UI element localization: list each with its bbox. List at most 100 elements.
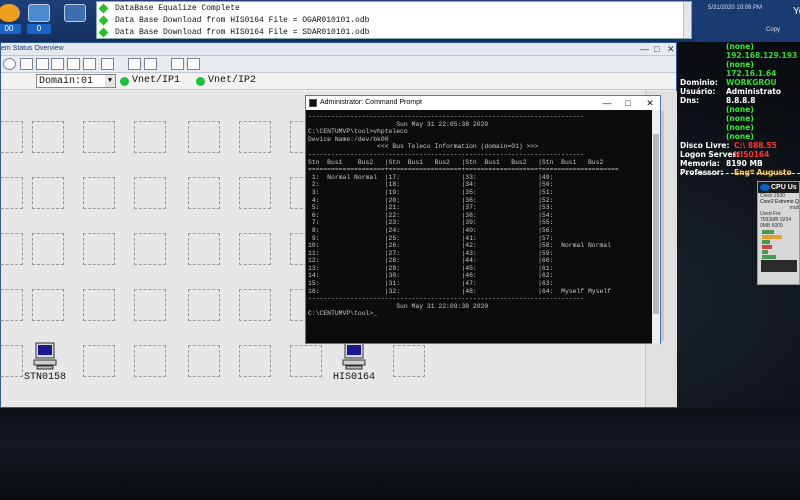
empty-station-slot[interactable] xyxy=(239,233,271,265)
domain-select[interactable]: Domain:01 ▼ xyxy=(36,74,116,88)
cmd-line: 2: |18: |34: |50: xyxy=(308,181,554,189)
tile-view-icon[interactable] xyxy=(67,58,80,70)
clock: 5/31/2020 10:09 PM xyxy=(708,5,763,11)
info-row: (none) xyxy=(680,105,800,114)
message-row[interactable]: Data Base Download from HIS0164 File = O… xyxy=(97,14,691,26)
copy-button[interactable]: Copy xyxy=(766,27,780,33)
empty-station-slot[interactable] xyxy=(188,345,220,377)
info-row: Dns: 8.8.8.8 xyxy=(680,96,800,105)
empty-station-slot[interactable] xyxy=(0,121,23,153)
empty-station-slot[interactable] xyxy=(32,121,64,153)
cmd-output[interactable]: ----------------------------------------… xyxy=(306,110,654,344)
message-panel: DataBase Equalize Complete Data Base Dow… xyxy=(96,1,692,39)
empty-station-slot[interactable] xyxy=(32,233,64,265)
chevron-down-icon[interactable]: ▼ xyxy=(105,75,115,87)
empty-station-slot[interactable] xyxy=(83,289,115,321)
empty-station-slot[interactable] xyxy=(134,177,166,209)
network-icon[interactable] xyxy=(171,58,184,70)
empty-station-slot[interactable] xyxy=(0,233,23,265)
station-stn0158[interactable]: STN0158 xyxy=(24,341,66,383)
empty-station-slot[interactable] xyxy=(83,233,115,265)
cmd-line: 6: |22: |38: |54: xyxy=(308,211,554,219)
export-icon[interactable] xyxy=(101,58,114,70)
empty-station-slot[interactable] xyxy=(134,121,166,153)
cmd-line: ----------------------------------------… xyxy=(308,150,585,158)
status-diamond-icon xyxy=(98,3,109,13)
cmd-line: 5: |21: |37: |53: xyxy=(308,204,554,212)
empty-station-slot[interactable] xyxy=(134,233,166,265)
info-key xyxy=(680,60,726,69)
play-icon[interactable] xyxy=(128,58,141,70)
system-tray: 5/31/2020 10:09 PM Copy Yo xyxy=(694,0,800,42)
cmd-line: 4: |20: |36: |52: xyxy=(308,196,554,204)
detail-view-icon[interactable] xyxy=(51,58,64,70)
list-view-icon[interactable] xyxy=(36,58,49,70)
computer-icon xyxy=(342,341,366,371)
vnet-ip1-status[interactable]: Vnet/IP1 xyxy=(120,74,180,88)
empty-station-slot[interactable] xyxy=(188,121,220,153)
info-row: Disco Livre: C:\ 888.55 xyxy=(680,141,800,150)
cpu-widget-header: CPU Us xyxy=(758,182,799,193)
minimize-icon[interactable]: — xyxy=(598,96,616,110)
empty-station-slot[interactable] xyxy=(83,177,115,209)
info-key xyxy=(680,51,726,60)
empty-station-slot[interactable] xyxy=(239,177,271,209)
cmd-titlebar[interactable]: Administrator: Command Prompt — □ ✕ xyxy=(306,96,660,110)
message-button[interactable]: 0 xyxy=(24,4,54,38)
info-value: 8.8.8.8 xyxy=(726,96,756,105)
info-value: (none) xyxy=(726,123,754,132)
empty-station-slot[interactable] xyxy=(239,345,271,377)
operation-button[interactable] xyxy=(60,4,90,38)
message-row[interactable]: Data Base Download from HIS0164 File = S… xyxy=(97,26,691,38)
info-key xyxy=(680,132,726,141)
refresh-icon[interactable] xyxy=(3,58,16,70)
empty-station-slot[interactable] xyxy=(134,345,166,377)
empty-station-slot[interactable] xyxy=(32,177,64,209)
alarm-button[interactable]: 00 xyxy=(0,4,24,38)
scrollbar-thumb[interactable] xyxy=(653,134,659,314)
info-value: (none) xyxy=(726,114,754,123)
empty-station-slot[interactable] xyxy=(0,177,23,209)
status-ok-icon xyxy=(196,76,205,86)
close-icon[interactable]: ✕ xyxy=(667,44,675,54)
station-his0164[interactable]: HIS0164 xyxy=(333,341,375,383)
info-key xyxy=(680,123,726,132)
info-key: Usuário: xyxy=(680,87,716,96)
message-scrollbar[interactable] xyxy=(683,2,691,38)
step-icon[interactable] xyxy=(144,58,157,70)
cmd-line: C:\CENTUMVP\tool>vhpteleco xyxy=(308,128,408,136)
info-value: C:\ 888.55 xyxy=(734,141,777,150)
empty-station-slot[interactable] xyxy=(32,289,64,321)
empty-station-slot[interactable] xyxy=(188,233,220,265)
empty-station-slot[interactable] xyxy=(83,121,115,153)
grid-view-icon[interactable] xyxy=(20,58,33,70)
info-row: 172.16.1.64 xyxy=(680,69,800,78)
empty-station-slot[interactable] xyxy=(188,177,220,209)
empty-station-slot[interactable] xyxy=(290,345,322,377)
empty-station-slot[interactable] xyxy=(239,289,271,321)
maximize-icon[interactable]: □ xyxy=(619,96,637,110)
minimize-icon[interactable]: — xyxy=(640,44,649,54)
vnet-ip2-status[interactable]: Vnet/IP2 xyxy=(196,74,256,88)
empty-station-slot[interactable] xyxy=(188,289,220,321)
empty-station-slot[interactable] xyxy=(0,289,23,321)
info-key: Dominio: xyxy=(680,78,718,87)
close-icon[interactable]: ✕ xyxy=(641,96,659,110)
cmd-scrollbar[interactable] xyxy=(652,110,660,344)
empty-station-slot[interactable] xyxy=(83,345,115,377)
message-row[interactable]: DataBase Equalize Complete xyxy=(97,2,691,14)
empty-station-slot[interactable] xyxy=(0,345,23,377)
empty-station-slot[interactable] xyxy=(134,289,166,321)
cmd-line: 10: |26: |42: |58: Normal Normal xyxy=(308,242,611,250)
info-value: 192.168.129.193 xyxy=(726,51,798,60)
maximize-icon[interactable]: □ xyxy=(654,44,659,54)
empty-station-slot[interactable] xyxy=(239,121,271,153)
info-value: WORKGROU xyxy=(726,78,777,87)
cmd-line: 11: |27: |43: |59: xyxy=(308,249,554,257)
info-key xyxy=(680,105,726,114)
window-titlebar[interactable]: em Status Overview — □ ✕ xyxy=(1,43,676,56)
empty-station-slot[interactable] xyxy=(393,345,425,377)
cpu-usage-widget: CPU Us Clock 2930 Core2 Extreme Q6 mult … xyxy=(757,181,800,285)
document-icon[interactable] xyxy=(83,58,96,70)
topology-icon[interactable] xyxy=(187,58,200,70)
